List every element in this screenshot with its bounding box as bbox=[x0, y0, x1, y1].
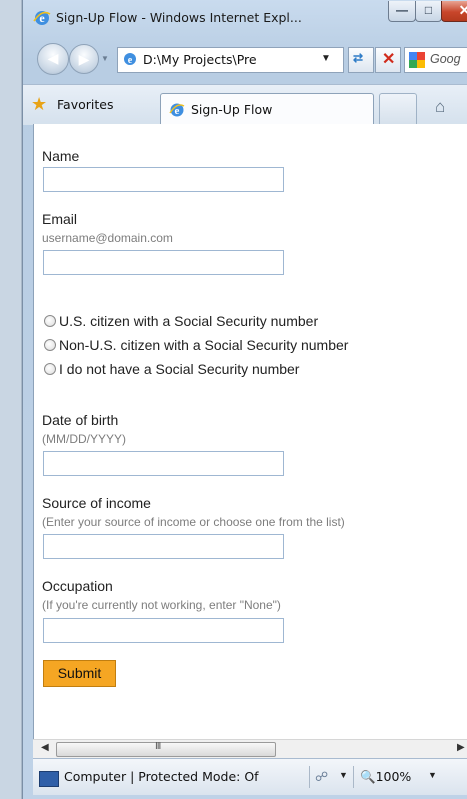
back-button[interactable]: ◀ bbox=[37, 43, 69, 75]
submit-button[interactable]: Submit bbox=[43, 660, 116, 687]
radio-circle[interactable] bbox=[44, 363, 56, 375]
star-icon: ★ bbox=[31, 94, 48, 114]
minimize-icon: — bbox=[396, 3, 408, 17]
close-button[interactable]: ✕ bbox=[441, 1, 467, 22]
tab-label: Sign-Up Flow bbox=[191, 102, 273, 117]
svg-text:e: e bbox=[128, 55, 133, 66]
horizontal-scrollbar[interactable]: ◀ III ▶ bbox=[33, 739, 467, 759]
chevron-down-icon[interactable]: ▼ bbox=[339, 770, 348, 780]
dob-label: Date of birth bbox=[42, 412, 119, 428]
radio-label: U.S. citizen with a Social Security numb… bbox=[59, 313, 319, 329]
email-label: Email bbox=[42, 211, 78, 227]
status-bar: Computer | Protected Mode: Of ☍ ▼ 🔍100% … bbox=[33, 758, 467, 795]
scroll-right-icon[interactable]: ▶ bbox=[457, 742, 465, 753]
computer-icon bbox=[39, 771, 59, 787]
scroll-left-icon[interactable]: ◀ bbox=[41, 742, 49, 753]
recent-pages-dropdown-icon[interactable]: ▼ bbox=[101, 54, 109, 63]
title-bar: e Sign-Up Flow - Windows Internet Expl..… bbox=[23, 0, 467, 32]
refresh-icon: ⇄ bbox=[353, 51, 364, 65]
scrollbar-grip: III bbox=[155, 741, 161, 752]
arrow-left-icon: ◀ bbox=[47, 50, 59, 66]
address-text: D:\My Projects\Pre bbox=[143, 52, 257, 67]
stop-icon: ✕ bbox=[382, 51, 396, 68]
occupation-input[interactable] bbox=[43, 618, 284, 643]
income-hint: (Enter your source of income or choose o… bbox=[42, 515, 345, 529]
security-zone-text[interactable]: Computer | Protected Mode: Of bbox=[64, 769, 259, 784]
stop-button[interactable]: ✕ bbox=[375, 47, 401, 73]
dob-hint: (MM/DD/YYYY) bbox=[42, 432, 126, 446]
close-icon: ✕ bbox=[458, 2, 467, 18]
dob-input[interactable] bbox=[43, 451, 284, 476]
maximize-icon: □ bbox=[424, 3, 433, 17]
address-dropdown-icon[interactable]: ▼ bbox=[321, 53, 331, 64]
window-title: Sign-Up Flow - Windows Internet Expl... bbox=[56, 10, 302, 25]
tab-ie-icon: e bbox=[169, 103, 185, 117]
favorites-bar: ★ Favorites e Sign-Up Flow ⌂ bbox=[23, 84, 467, 126]
status-divider bbox=[309, 766, 310, 788]
scrollbar-thumb[interactable]: III bbox=[56, 741, 276, 757]
status-divider bbox=[353, 766, 354, 788]
radio-label: Non-U.S. citizen with a Social Security … bbox=[59, 337, 349, 353]
zoom-dropdown-icon[interactable]: ▼ bbox=[428, 770, 437, 780]
page-ie-icon: e bbox=[124, 53, 136, 66]
home-icon[interactable]: ⌂ bbox=[435, 97, 445, 117]
forward-button[interactable]: ▶ bbox=[69, 44, 99, 74]
radio-circle[interactable] bbox=[44, 315, 56, 327]
tab-sign-up-flow[interactable]: e Sign-Up Flow bbox=[160, 93, 374, 126]
name-label: Name bbox=[42, 148, 80, 164]
search-box[interactable]: Goog bbox=[404, 47, 467, 73]
navigation-bar: ◀ ▶ ▼ e D:\My Projects\Pre ▼ ⇄ ✕ Goog bbox=[23, 38, 467, 78]
new-tab-button[interactable] bbox=[379, 93, 417, 124]
search-text: Goog bbox=[430, 52, 461, 66]
radio-label: I do not have a Social Security number bbox=[59, 361, 300, 377]
income-input[interactable] bbox=[43, 534, 284, 559]
browser-window: e Sign-Up Flow - Windows Internet Expl..… bbox=[22, 0, 467, 799]
refresh-button[interactable]: ⇄ bbox=[348, 47, 374, 73]
radio-circle[interactable] bbox=[44, 339, 56, 351]
zoom-value: 100% bbox=[375, 769, 412, 784]
shield-icon[interactable]: ☍ bbox=[315, 769, 328, 785]
favorites-label: Favorites bbox=[57, 97, 114, 112]
page-viewport: Name Email username@domain.com U.S. citi… bbox=[33, 124, 467, 739]
minimize-button[interactable]: — bbox=[388, 1, 416, 22]
email-hint: username@domain.com bbox=[42, 231, 173, 245]
desktop-strip bbox=[0, 0, 22, 799]
income-label: Source of income bbox=[42, 495, 151, 511]
email-input[interactable] bbox=[43, 250, 284, 275]
name-input[interactable] bbox=[43, 167, 284, 192]
ie-logo-icon: e bbox=[33, 11, 51, 25]
occupation-label: Occupation bbox=[42, 578, 113, 594]
zoom-level[interactable]: 🔍100% bbox=[360, 769, 411, 785]
maximize-button[interactable]: □ bbox=[415, 1, 442, 22]
google-icon bbox=[409, 52, 425, 68]
address-bar[interactable]: e D:\My Projects\Pre ▼ bbox=[117, 47, 344, 73]
occupation-hint: (If you're currently not working, enter … bbox=[42, 598, 281, 612]
sign-up-form: Name Email username@domain.com U.S. citi… bbox=[34, 124, 467, 739]
arrow-right-icon: ▶ bbox=[78, 51, 90, 67]
